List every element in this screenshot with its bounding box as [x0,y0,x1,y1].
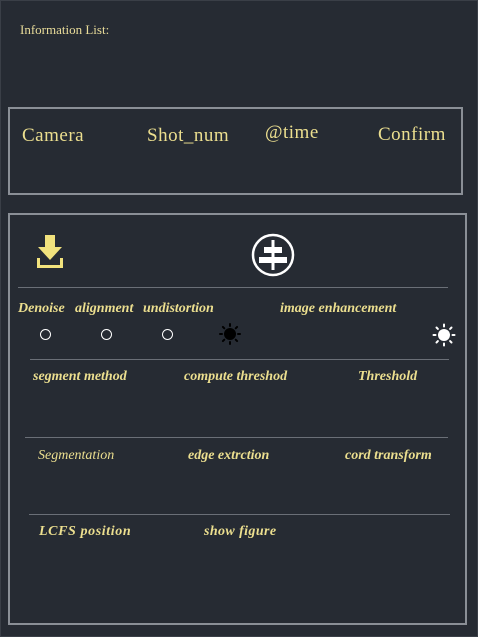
brightness-icon[interactable] [432,323,456,347]
information-list-title: Information List: [20,22,110,37]
divider [18,287,448,288]
alignment-radio[interactable] [101,329,112,340]
confirm-button[interactable]: Confirm [378,124,446,146]
show-figure-button[interactable]: show figure [204,524,276,540]
dark-brightness-icon[interactable] [219,323,241,345]
compute-threshod-button[interactable]: compute threshod [184,369,287,385]
threshold-field[interactable]: Threshold [358,369,417,385]
denoise-radio[interactable] [40,329,51,340]
align-center-icon[interactable] [251,233,295,277]
undistortion-radio[interactable] [162,329,173,340]
header-panel [8,107,463,195]
divider [25,437,448,438]
alignment-label: alignment [75,301,134,316]
image-enhancement-label: image enhancement [280,301,397,316]
divider [29,514,450,515]
denoise-label: Denoise [18,301,65,316]
divider [30,359,449,360]
shot-num-button[interactable]: Shot_num [147,125,229,147]
undistortion-label: undistortion [143,301,214,316]
segmentation-button[interactable]: Segmentation [38,448,114,464]
download-icon[interactable] [36,234,64,270]
time-button[interactable]: @time [265,122,319,144]
camera-button[interactable]: Camera [22,125,84,147]
edge-extrction-button[interactable]: edge extrction [188,448,269,464]
segment-method-button[interactable]: segment method [33,369,127,385]
cord-transform-button[interactable]: cord transform [345,448,432,464]
lcfs-position-button[interactable]: LCFS position [39,524,131,540]
main-panel [8,213,467,625]
